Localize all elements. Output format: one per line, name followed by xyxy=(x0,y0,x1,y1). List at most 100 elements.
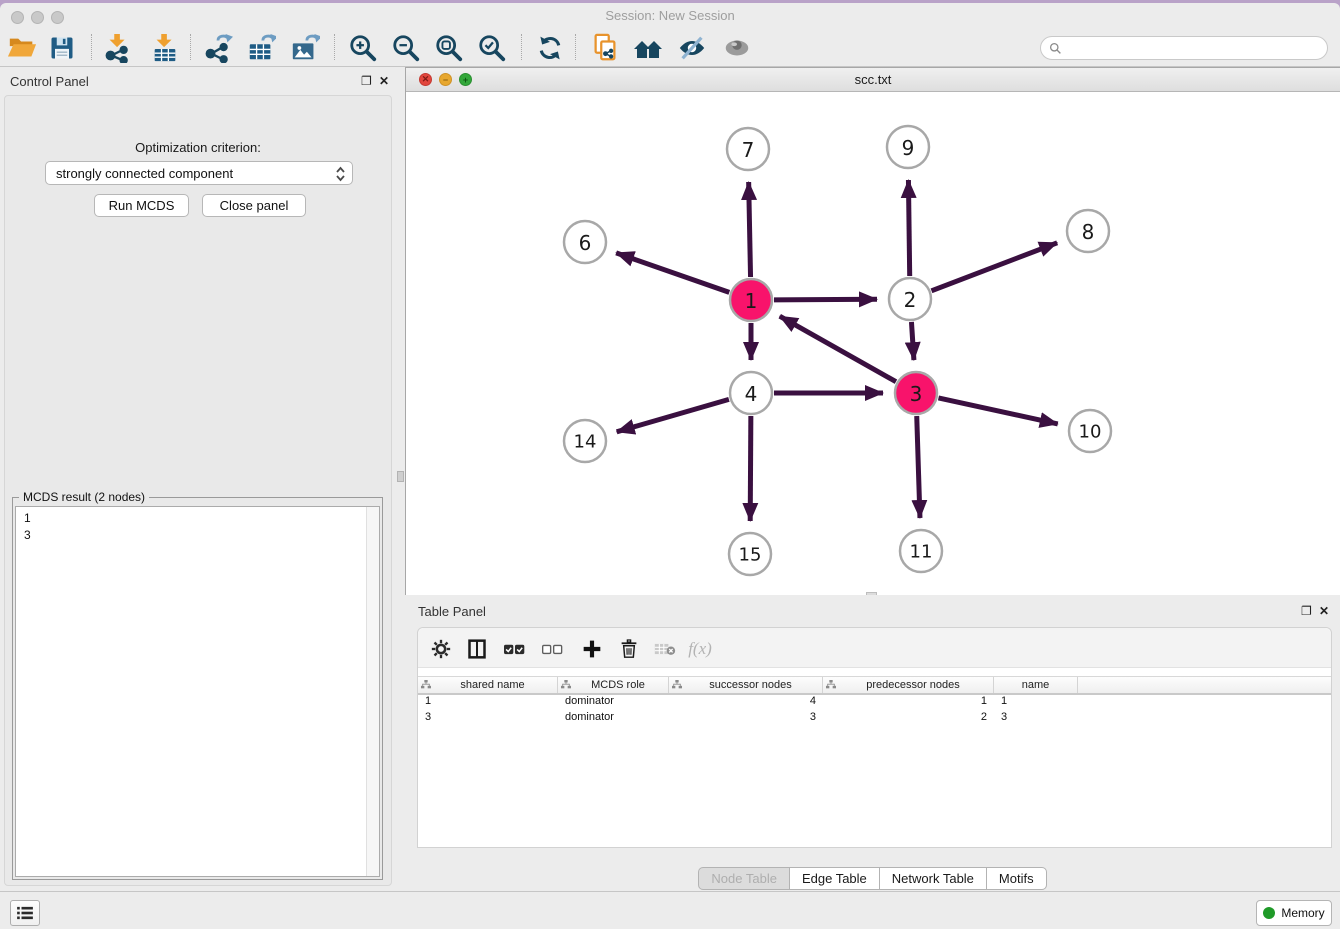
deselect-all-icon[interactable] xyxy=(539,635,567,663)
zoom-in-icon[interactable] xyxy=(346,31,380,65)
refresh-layout-icon[interactable] xyxy=(533,31,567,65)
graph-edge-2-9[interactable] xyxy=(908,180,909,276)
tab-network-table[interactable]: Network Table xyxy=(879,867,987,890)
graph-node-label: 10 xyxy=(1079,422,1102,443)
memory-button[interactable]: Memory xyxy=(1256,900,1332,926)
graph-node-label: 3 xyxy=(910,382,923,406)
column-header-predecessor-nodes[interactable]: predecessor nodes xyxy=(823,677,994,693)
tab-motifs[interactable]: Motifs xyxy=(986,867,1047,890)
table-cell[interactable]: 4 xyxy=(669,695,823,711)
graph-edge-4-15[interactable] xyxy=(750,416,751,521)
select-all-icon[interactable] xyxy=(501,635,529,663)
float-panel-icon[interactable]: ❐ xyxy=(361,74,372,88)
graph-node-label: 7 xyxy=(742,138,755,162)
network-window-titlebar[interactable]: ✕ − + scc.txt xyxy=(406,68,1340,92)
open-session-icon[interactable] xyxy=(5,31,39,65)
graph-node-label: 15 xyxy=(739,545,762,566)
toolbar-separator xyxy=(521,34,522,60)
graph-edge-3-10[interactable] xyxy=(938,398,1057,424)
network-graph[interactable]: 1234678910111415 xyxy=(406,92,1339,595)
dropdown-stepper-icon xyxy=(335,165,346,183)
task-history-button[interactable] xyxy=(10,900,40,926)
table-cell[interactable]: 3 xyxy=(669,711,823,727)
application-window: Session: New Session xyxy=(0,3,1340,926)
zoom-out-icon[interactable] xyxy=(389,31,423,65)
criterion-value: strongly connected component xyxy=(56,166,233,181)
column-header-label: predecessor nodes xyxy=(836,679,990,691)
column-header-shared-name[interactable]: shared name xyxy=(418,677,558,693)
toolbar-separator xyxy=(334,34,335,60)
panel-splitter-handle[interactable] xyxy=(397,471,404,482)
column-type-icon xyxy=(672,680,682,690)
export-image-icon[interactable] xyxy=(288,31,322,65)
column-header-MCDS-role[interactable]: MCDS role xyxy=(558,677,669,693)
graph-edge-3-11[interactable] xyxy=(917,416,920,518)
table-cell[interactable]: 1 xyxy=(994,695,1078,711)
table-body: 1dominator4113dominator323 xyxy=(418,695,1331,727)
run-mcds-button[interactable]: Run MCDS xyxy=(94,194,189,217)
close-panel-button[interactable]: Close panel xyxy=(202,194,306,217)
show-view-icon[interactable] xyxy=(720,31,754,65)
float-table-panel-icon[interactable]: ❐ xyxy=(1301,604,1312,618)
column-type-icon xyxy=(421,680,431,690)
node-table: shared name MCDS rolesuccessor nodes prede… xyxy=(418,676,1331,727)
import-table-icon[interactable] xyxy=(148,31,182,65)
close-table-panel-icon[interactable]: ✕ xyxy=(1319,604,1329,618)
mcds-result-list[interactable]: 13 xyxy=(15,506,380,877)
export-table-icon[interactable] xyxy=(244,31,278,65)
function-builder-icon[interactable]: f(x) xyxy=(686,635,714,663)
show-columns-icon[interactable] xyxy=(463,635,491,663)
table-cell[interactable]: 3 xyxy=(994,711,1078,727)
network-window: ✕ − + scc.txt 1234678910111415 xyxy=(405,67,1340,595)
graph-node-label: 6 xyxy=(579,231,592,255)
table-cell[interactable]: 1 xyxy=(418,695,558,711)
table-cell[interactable]: 1 xyxy=(823,695,994,711)
graph-edge-1-6[interactable] xyxy=(616,253,729,293)
import-network-icon[interactable] xyxy=(101,31,135,65)
table-settings-icon[interactable] xyxy=(427,635,455,663)
table-cell[interactable]: 3 xyxy=(418,711,558,727)
zoom-selected-icon[interactable] xyxy=(475,31,509,65)
graph-edge-3-1[interactable] xyxy=(780,316,896,382)
criterion-dropdown[interactable]: strongly connected component xyxy=(45,161,353,185)
network-canvas[interactable]: 1234678910111415 xyxy=(406,92,1340,595)
table-cell[interactable]: 2 xyxy=(823,711,994,727)
hide-view-icon[interactable] xyxy=(675,31,709,65)
result-line: 3 xyxy=(24,527,377,544)
graph-node-label: 9 xyxy=(902,136,915,160)
mcds-result-group: MCDS result (2 nodes) 13 xyxy=(12,497,383,880)
graph-node-label: 8 xyxy=(1082,220,1095,244)
graph-node-label: 14 xyxy=(574,432,597,453)
graph-edge-2-3[interactable] xyxy=(911,322,913,360)
tab-node-table[interactable]: Node Table xyxy=(698,867,790,890)
delete-column-icon[interactable] xyxy=(615,635,643,663)
graph-edge-2-8[interactable] xyxy=(931,243,1057,291)
tab-edge-table[interactable]: Edge Table xyxy=(789,867,880,890)
result-scrollbar[interactable] xyxy=(366,507,379,876)
table-cell[interactable]: dominator xyxy=(558,711,669,727)
window-title: Session: New Session xyxy=(0,8,1340,23)
graph-edge-1-2[interactable] xyxy=(774,299,877,300)
close-panel-icon[interactable]: ✕ xyxy=(379,74,389,88)
search-field[interactable] xyxy=(1040,36,1328,60)
save-session-icon[interactable] xyxy=(45,31,79,65)
graph-edge-4-14[interactable] xyxy=(617,399,729,431)
fx-label: f(x) xyxy=(688,639,712,659)
clone-network-icon[interactable] xyxy=(588,31,622,65)
column-header-name[interactable]: name xyxy=(994,677,1078,693)
zoom-fit-icon[interactable] xyxy=(432,31,466,65)
column-header-successor-nodes[interactable]: successor nodes xyxy=(669,677,823,693)
column-type-icon xyxy=(561,680,571,690)
search-input[interactable] xyxy=(1067,41,1327,55)
create-column-icon[interactable] xyxy=(578,635,606,663)
table-row[interactable]: 3dominator323 xyxy=(418,711,1331,727)
column-header-label: shared name xyxy=(431,679,554,691)
table-row[interactable]: 1dominator411 xyxy=(418,695,1331,711)
graph-edge-1-7[interactable] xyxy=(749,182,751,277)
table-cell[interactable]: dominator xyxy=(558,695,669,711)
graph-node-label: 2 xyxy=(904,288,917,312)
home-view-icon[interactable] xyxy=(631,31,665,65)
delete-table-icon[interactable] xyxy=(651,635,679,663)
optimization-criterion-label: Optimization criterion: xyxy=(0,140,396,155)
export-network-icon[interactable] xyxy=(201,31,235,65)
